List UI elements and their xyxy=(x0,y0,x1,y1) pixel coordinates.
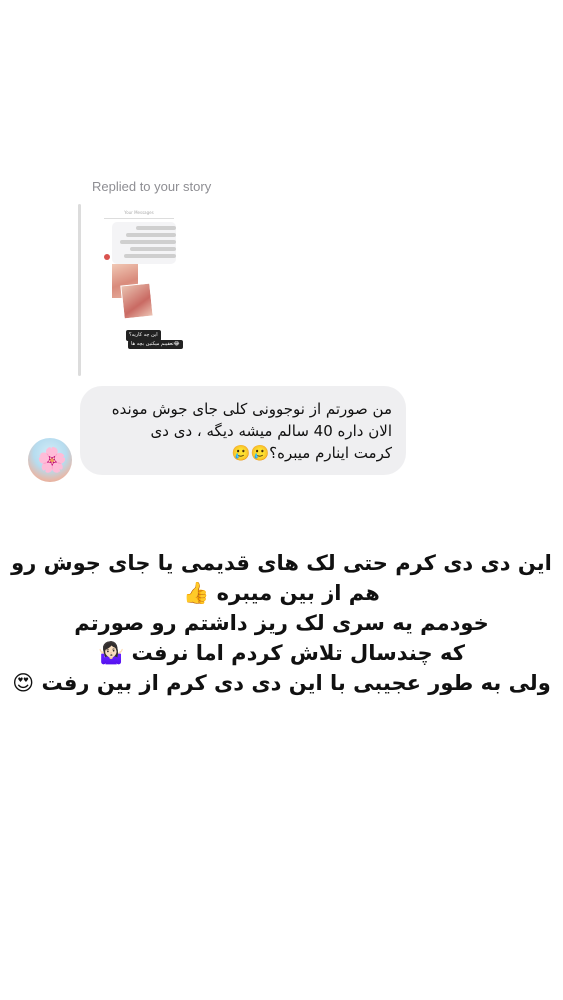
message-line: من صورتم از نوجوونی کلی جای جوش مونده xyxy=(111,400,392,418)
replied-to-story-label: Replied to your story xyxy=(92,179,212,194)
flower-avatar-icon: 🌸 xyxy=(37,446,67,474)
story-thumb-heart-icon xyxy=(104,254,110,260)
caption-line: که چندسال تلاش کردم اما نرفت 🤷🏻‍♀️ xyxy=(98,641,465,665)
caption-line: خودمم یه سری لک ریز داشتم رو صورتم xyxy=(74,611,489,635)
story-thumb-text-line xyxy=(136,226,176,230)
caption-line: این دی دی کرم حتی لک های قدیمی یا جای جو… xyxy=(11,551,552,575)
story-caption: این دی دی کرم حتی لک های قدیمی یا جای جو… xyxy=(0,548,563,698)
story-thumb-text-line xyxy=(130,247,176,251)
message-line: الان داره 40 سالم میشه دیگه ، دی دی xyxy=(150,422,392,440)
story-thumb-photo xyxy=(120,282,154,320)
story-thumb-caption: تعقیبم میکنین بچه ها😂 xyxy=(128,340,183,349)
story-thumb-text-line xyxy=(124,254,176,258)
message-bubble[interactable]: من صورتم از نوجوونی کلی جای جوش مونده ال… xyxy=(80,386,406,475)
story-thumb-header: Your Messages xyxy=(104,210,174,219)
caption-line: ولی به طور عجیبی با این دی دی کرم از بین… xyxy=(12,671,551,695)
story-thumbnail[interactable]: Your Messages این چه کاریه؟ تعقیبم میکنی… xyxy=(92,206,196,374)
caption-line: هم از بین میبره 👍 xyxy=(183,581,380,605)
message-line: کرمت اینارم میبره؟🥲🥲 xyxy=(231,444,392,462)
reply-quote-bar xyxy=(78,204,81,376)
story-thumb-text-line xyxy=(120,240,176,244)
avatar[interactable]: 🌸 xyxy=(28,438,72,482)
story-thumb-text-line xyxy=(126,233,176,237)
